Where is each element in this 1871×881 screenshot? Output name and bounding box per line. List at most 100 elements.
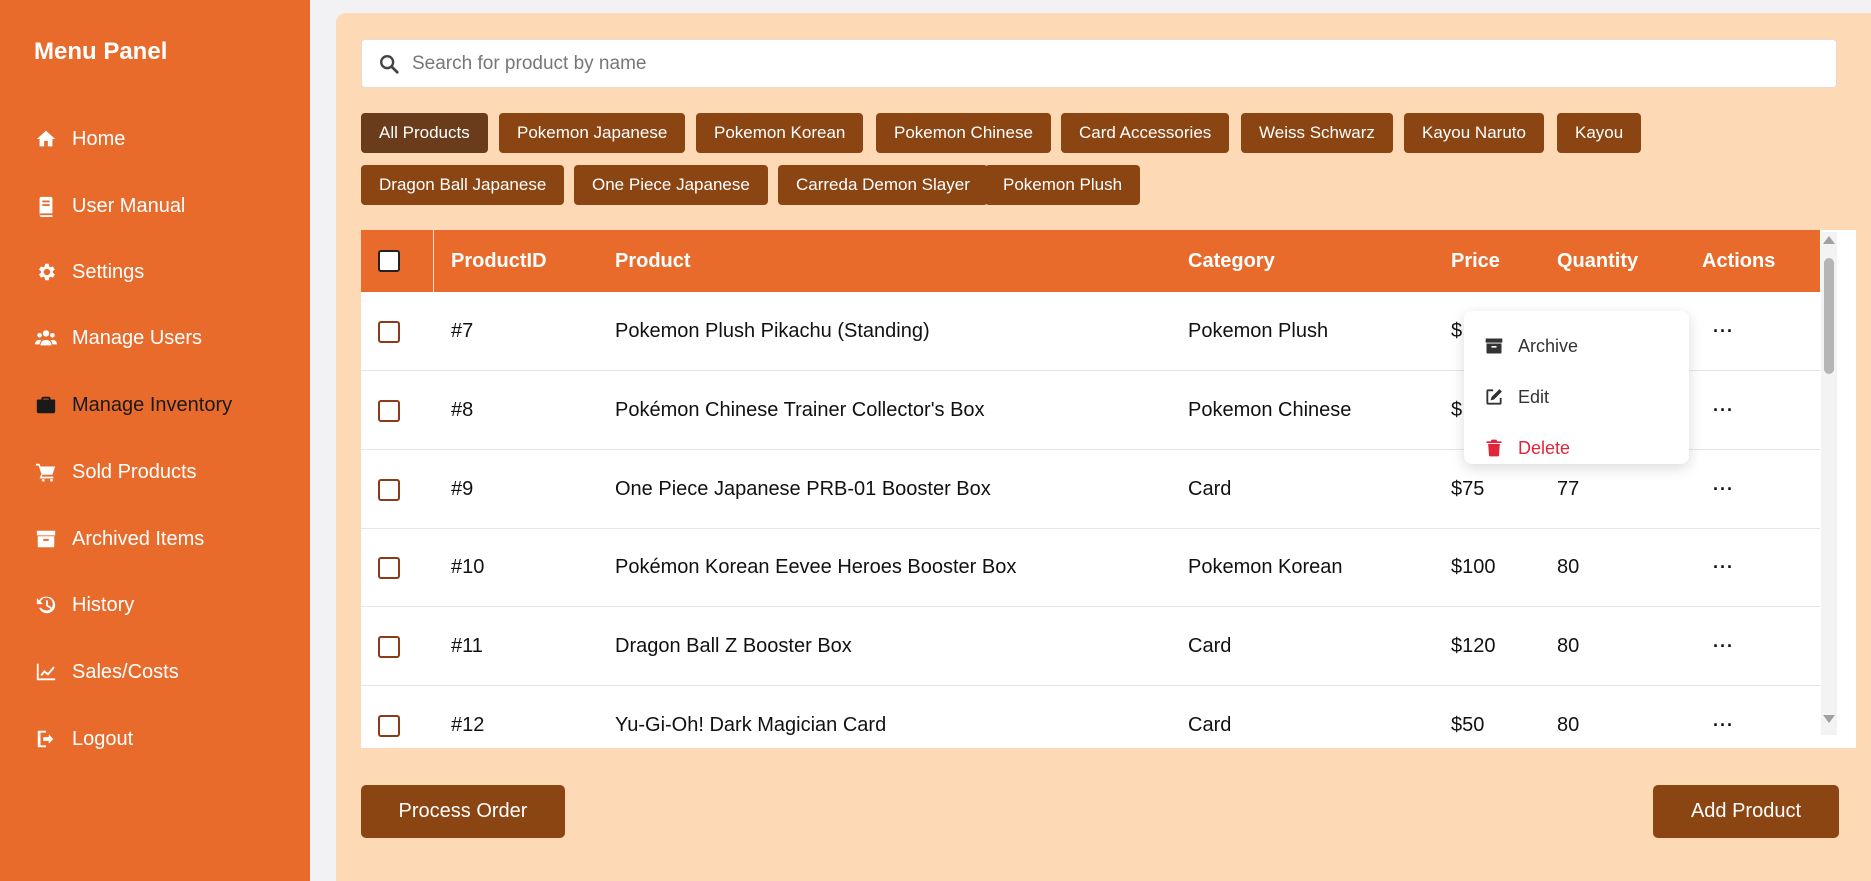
sidebar-item-label: History (72, 593, 135, 616)
row-checkbox[interactable] (378, 556, 400, 579)
logout-icon (34, 728, 58, 750)
header-quantity[interactable]: Quantity (1557, 230, 1638, 292)
header-product[interactable]: Product (615, 230, 691, 292)
sidebar-item-home[interactable]: Home (34, 119, 294, 159)
sidebar-item-label: Manage Users (72, 326, 203, 349)
product-price: $120 (1451, 635, 1496, 657)
product-name: Yu-Gi-Oh! Dark Magician Card (615, 714, 887, 736)
sidebar-item-manage-inventory[interactable]: Manage Inventory (34, 385, 294, 425)
search-bar[interactable] (361, 39, 1837, 88)
sidebar-item-label: Manage Inventory (72, 393, 233, 416)
header-price[interactable]: Price (1451, 230, 1500, 292)
header-category[interactable]: Category (1188, 230, 1275, 292)
filter-kayou-naruto[interactable]: Kayou Naruto (1404, 113, 1544, 153)
product-id: #7 (451, 320, 474, 342)
gear-icon (34, 261, 58, 283)
product-name: Pokémon Chinese Trainer Collector's Box (615, 399, 985, 421)
inventory-table: ProductID Product Category Price Quantit… (361, 230, 1856, 748)
book-icon (34, 195, 58, 217)
scroll-up-arrow-icon[interactable] (1823, 236, 1835, 244)
sidebar-item-manage-users[interactable]: Manage Users (34, 318, 294, 358)
filter-pokemon-korean[interactable]: Pokemon Korean (696, 113, 864, 153)
product-price: $ (1451, 320, 1463, 342)
edit-icon (1486, 389, 1502, 405)
sidebar-item-label: User Manual (72, 194, 186, 217)
row-actions-button[interactable]: ··· (1713, 607, 1734, 686)
users-icon (34, 327, 58, 349)
sidebar-item-label: Home (72, 127, 126, 150)
product-id: #8 (451, 399, 474, 421)
menu-archive[interactable]: Archive (1484, 331, 1578, 361)
menu-edit[interactable]: Edit (1484, 382, 1549, 412)
home-icon (34, 128, 58, 150)
filter-carreda-demon-slayer[interactable]: Carreda Demon Slayer (778, 165, 988, 205)
sidebar-item-label: Archived Items (72, 527, 205, 550)
sidebar: Menu Panel Home User Manual Settings Man… (0, 0, 310, 881)
sidebar-item-label: Logout (72, 727, 134, 750)
table-row[interactable]: #10 Pokémon Korean Eevee Heroes Booster … (361, 528, 1820, 607)
menu-archive-label: Archive (1518, 335, 1579, 356)
product-price: $ (1451, 399, 1463, 421)
header-divider (433, 230, 434, 292)
filter-kayou[interactable]: Kayou (1557, 113, 1642, 153)
row-actions-button[interactable]: ··· (1713, 450, 1734, 529)
sidebar-item-user-manual[interactable]: User Manual (34, 186, 294, 226)
product-category: Card (1188, 714, 1232, 736)
product-quantity: 80 (1557, 556, 1580, 578)
product-price: $50 (1451, 714, 1485, 736)
product-category: Pokemon Plush (1188, 320, 1329, 342)
sidebar-item-sales-costs[interactable]: Sales/Costs (34, 652, 294, 692)
row-checkbox[interactable] (378, 478, 400, 501)
row-actions-button[interactable]: ··· (1713, 292, 1734, 371)
sidebar-item-archived-items[interactable]: Archived Items (34, 519, 294, 559)
product-name: Dragon Ball Z Booster Box (615, 635, 852, 657)
product-name: Pokémon Korean Eevee Heroes Booster Box (615, 556, 1017, 578)
menu-edit-label: Edit (1518, 386, 1550, 407)
sidebar-item-sold-products[interactable]: Sold Products (34, 452, 294, 492)
table-scrollbar[interactable] (1821, 232, 1837, 735)
filter-card-accessories[interactable]: Card Accessories (1061, 113, 1230, 153)
row-checkbox[interactable] (378, 635, 400, 658)
product-id: #9 (451, 478, 474, 500)
row-actions-button[interactable]: ··· (1713, 528, 1734, 607)
chart-line-icon (34, 661, 58, 683)
add-product-button[interactable]: Add Product (1653, 785, 1839, 838)
row-actions-button[interactable]: ··· (1713, 686, 1734, 748)
process-order-button[interactable]: Process Order (361, 785, 565, 838)
search-input[interactable] (412, 52, 1812, 75)
select-all-checkbox[interactable] (378, 250, 400, 272)
row-checkbox[interactable] (378, 320, 400, 343)
scroll-down-arrow-icon[interactable] (1823, 715, 1835, 723)
trash-icon (1486, 439, 1502, 457)
sidebar-item-logout[interactable]: Logout (34, 719, 294, 759)
product-name: Pokemon Plush Pikachu (Standing) (615, 320, 930, 342)
history-icon (34, 594, 58, 616)
sidebar-item-label: Sales/Costs (72, 660, 179, 683)
header-product-id[interactable]: ProductID (451, 230, 547, 292)
menu-delete-label: Delete (1518, 437, 1571, 458)
table-row[interactable]: #12 Yu-Gi-Oh! Dark Magician Card Card $5… (361, 686, 1820, 748)
filter-pokemon-plush[interactable]: Pokemon Plush (985, 165, 1141, 205)
sidebar-item-settings[interactable]: Settings (34, 252, 294, 292)
filter-one-piece-japanese[interactable]: One Piece Japanese (574, 165, 768, 205)
product-category: Card (1188, 635, 1232, 657)
sidebar-item-history[interactable]: History (34, 585, 294, 625)
sidebar-title: Menu Panel (34, 38, 168, 65)
product-category: Pokemon Korean (1188, 556, 1343, 578)
filter-pokemon-chinese[interactable]: Pokemon Chinese (876, 113, 1051, 153)
row-checkbox[interactable] (378, 399, 400, 422)
row-actions-button[interactable]: ··· (1713, 371, 1734, 450)
filter-pokemon-japanese[interactable]: Pokemon Japanese (499, 113, 686, 153)
filter-dragon-ball-japanese[interactable]: Dragon Ball Japanese (361, 165, 565, 205)
row-actions-menu: Archive Edit Delete (1464, 311, 1689, 464)
briefcase-icon (34, 394, 58, 416)
menu-delete[interactable]: Delete (1484, 433, 1570, 463)
filter-weiss-schwarz[interactable]: Weiss Schwarz (1241, 113, 1393, 153)
product-id: #11 (451, 635, 483, 657)
archive-icon (1485, 338, 1503, 354)
scroll-thumb[interactable] (1824, 258, 1834, 374)
table-row[interactable]: #11 Dragon Ball Z Booster Box Card $120 … (361, 607, 1820, 686)
row-checkbox[interactable] (378, 714, 400, 737)
product-id: #12 (451, 714, 485, 736)
filter-all-products[interactable]: All Products (361, 113, 488, 153)
